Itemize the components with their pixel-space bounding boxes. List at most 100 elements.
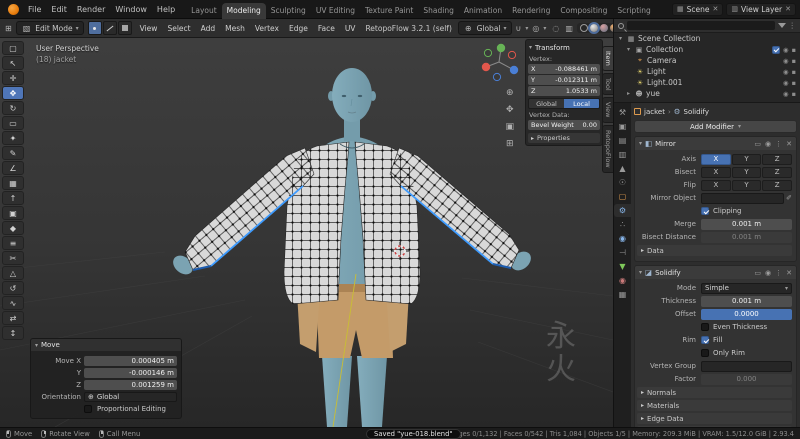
- menu-add[interactable]: Add: [197, 24, 220, 33]
- thickness-field[interactable]: 0.001 m: [701, 296, 792, 307]
- bisect-y-button[interactable]: Y: [732, 167, 762, 178]
- tab-particles[interactable]: ∴: [615, 218, 630, 231]
- move-x-field[interactable]: 0.000405 m: [84, 356, 177, 366]
- tool-knife[interactable]: ✂: [2, 251, 24, 265]
- merge-field[interactable]: 0.001 m: [701, 219, 792, 230]
- tab-view-layer[interactable]: ▥: [615, 148, 630, 161]
- bevel-weight-field[interactable]: Bevel Weight 0.00: [528, 120, 600, 130]
- camera-view-icon[interactable]: ▣: [505, 122, 514, 132]
- workspace-tab-compositing[interactable]: Compositing: [555, 3, 612, 19]
- axis-x-button[interactable]: X: [701, 154, 731, 165]
- orientation-dropdown[interactable]: ⊕ Global ▾: [458, 21, 512, 35]
- tab-output[interactable]: ▤: [615, 134, 630, 147]
- properties-section[interactable]: ▸ Properties: [528, 133, 600, 143]
- realtime-toggle-icon[interactable]: ▭: [754, 140, 761, 148]
- workspace-tab-shading[interactable]: Shading: [418, 3, 458, 19]
- tab-modifiers[interactable]: ⚙: [614, 204, 631, 217]
- tool-rotate[interactable]: ↻: [2, 101, 24, 115]
- render-visibility-icon[interactable]: ▪: [792, 79, 796, 87]
- eyedropper-icon[interactable]: ✐: [786, 194, 792, 202]
- sidebar-tab-view[interactable]: View: [602, 97, 613, 122]
- move-z-field[interactable]: 0.001259 m: [84, 380, 177, 390]
- navigation-gizmo[interactable]: [477, 40, 521, 84]
- tool-tweak[interactable]: ↖: [2, 56, 24, 70]
- view-layer-unlink-icon[interactable]: ✕: [785, 5, 791, 13]
- outliner-search-input[interactable]: [627, 21, 775, 30]
- move-y-field[interactable]: -0.000146 m: [84, 368, 177, 378]
- collapse-icon[interactable]: ▾: [529, 44, 532, 51]
- render-toggle-icon[interactable]: ◉: [765, 269, 771, 277]
- snap-magnet-icon[interactable]: ∪: [514, 24, 524, 33]
- menu-edit[interactable]: Edit: [46, 5, 72, 14]
- face-select-button[interactable]: [118, 21, 132, 35]
- tab-render[interactable]: ▣: [615, 120, 630, 133]
- sidebar-tab-tool[interactable]: Tool: [602, 73, 613, 96]
- workspace-tab-layout[interactable]: Layout: [186, 3, 222, 19]
- tool-smooth[interactable]: ∿: [2, 296, 24, 310]
- axis-z-button[interactable]: Z: [762, 154, 792, 165]
- proportional-caret-icon[interactable]: ▾: [543, 25, 546, 32]
- global-button[interactable]: Global: [529, 99, 564, 108]
- realtime-toggle-icon[interactable]: ▭: [754, 269, 761, 277]
- tab-constraints[interactable]: ⊣: [615, 246, 630, 259]
- delete-modifier-icon[interactable]: ✕: [786, 140, 792, 148]
- collapse-icon[interactable]: ▾: [639, 269, 642, 276]
- menu-render[interactable]: Render: [72, 5, 110, 14]
- vertex-select-button[interactable]: [88, 21, 102, 35]
- mirror-data-section[interactable]: ▸ Data: [637, 245, 792, 256]
- pan-icon[interactable]: ✥: [505, 105, 514, 115]
- material-shading-button[interactable]: [600, 24, 608, 32]
- render-visibility-icon[interactable]: ▪: [792, 57, 796, 65]
- tool-add-cube[interactable]: ▦: [2, 176, 24, 190]
- render-visibility-icon[interactable]: ▪: [792, 90, 796, 98]
- edge-data-section[interactable]: ▸ Edge Data: [637, 413, 792, 424]
- workspace-tab-sculpting[interactable]: Sculpting: [266, 3, 311, 19]
- render-toggle-icon[interactable]: ◉: [765, 140, 771, 148]
- workspace-tab-animation[interactable]: Animation: [459, 3, 507, 19]
- factor-slider[interactable]: 0.000: [701, 374, 792, 385]
- menu-uv[interactable]: UV: [341, 24, 360, 33]
- mirror-object-field[interactable]: [701, 193, 784, 204]
- outliner-row-collection[interactable]: ▾ ▣ Collection ◉ ▪: [614, 44, 800, 55]
- solidify-header[interactable]: ▾ ◪ Solidify ▭ ◉ ⋮ ✕: [635, 266, 796, 279]
- rim-fill-checkbox[interactable]: [701, 336, 709, 344]
- move-panel-header[interactable]: ▾ Move: [31, 339, 181, 351]
- render-visibility-icon[interactable]: ▪: [792, 68, 796, 76]
- even-thickness-checkbox[interactable]: [701, 323, 709, 331]
- menu-mesh[interactable]: Mesh: [221, 24, 249, 33]
- tool-scale[interactable]: ▭: [2, 116, 24, 130]
- breadcrumb-modifier[interactable]: Solidify: [684, 108, 710, 116]
- outliner-row-light-001[interactable]: ☀ Light.001 ◉ ▪: [614, 77, 800, 88]
- mirror-header[interactable]: ▾ ◧ Mirror ▭ ◉ ⋮ ✕: [635, 137, 796, 150]
- menu-file[interactable]: File: [23, 5, 46, 14]
- workspace-tab-uv-editing[interactable]: UV Editing: [311, 3, 360, 19]
- menu-select[interactable]: Select: [163, 24, 194, 33]
- tab-scene[interactable]: ▲: [615, 162, 630, 175]
- tool-transform[interactable]: ✦: [2, 131, 24, 145]
- collapse-icon[interactable]: ▾: [639, 140, 642, 147]
- outliner-row-scene-collection[interactable]: ▾ ▦ Scene Collection: [614, 33, 800, 44]
- workspace-tab-rendering[interactable]: Rendering: [507, 3, 555, 19]
- workspace-tab-scripting[interactable]: Scripting: [612, 3, 655, 19]
- vertex-y-field[interactable]: Y -0.012311 m: [528, 75, 600, 85]
- filter-icon[interactable]: [778, 23, 786, 28]
- extras-icon[interactable]: ⋮: [775, 269, 782, 277]
- only-rim-checkbox[interactable]: [701, 349, 709, 357]
- visibility-eye-icon[interactable]: ◉: [783, 46, 789, 54]
- collapse-icon[interactable]: ▾: [625, 46, 632, 53]
- flip-z-button[interactable]: Z: [762, 180, 792, 191]
- workspace-tab-texture-paint[interactable]: Texture Paint: [360, 3, 418, 19]
- scene-unlink-icon[interactable]: ✕: [713, 5, 719, 13]
- sidebar-tab-item[interactable]: Item: [602, 46, 613, 71]
- expand-icon[interactable]: ▸: [625, 90, 632, 97]
- tool-edge-slide[interactable]: ⇄: [2, 311, 24, 325]
- tool-loop-cut[interactable]: ≡: [2, 236, 24, 250]
- editor-type-icon[interactable]: ⊞: [3, 24, 14, 33]
- zoom-icon[interactable]: ⊕: [505, 88, 514, 98]
- collection-checkbox[interactable]: [772, 46, 780, 54]
- proportional-editing-icon[interactable]: ◎: [530, 24, 541, 33]
- menu-view[interactable]: View: [136, 24, 162, 33]
- menu-window[interactable]: Window: [110, 5, 152, 14]
- visibility-eye-icon[interactable]: ◉: [783, 90, 789, 98]
- search-icon[interactable]: [618, 23, 624, 29]
